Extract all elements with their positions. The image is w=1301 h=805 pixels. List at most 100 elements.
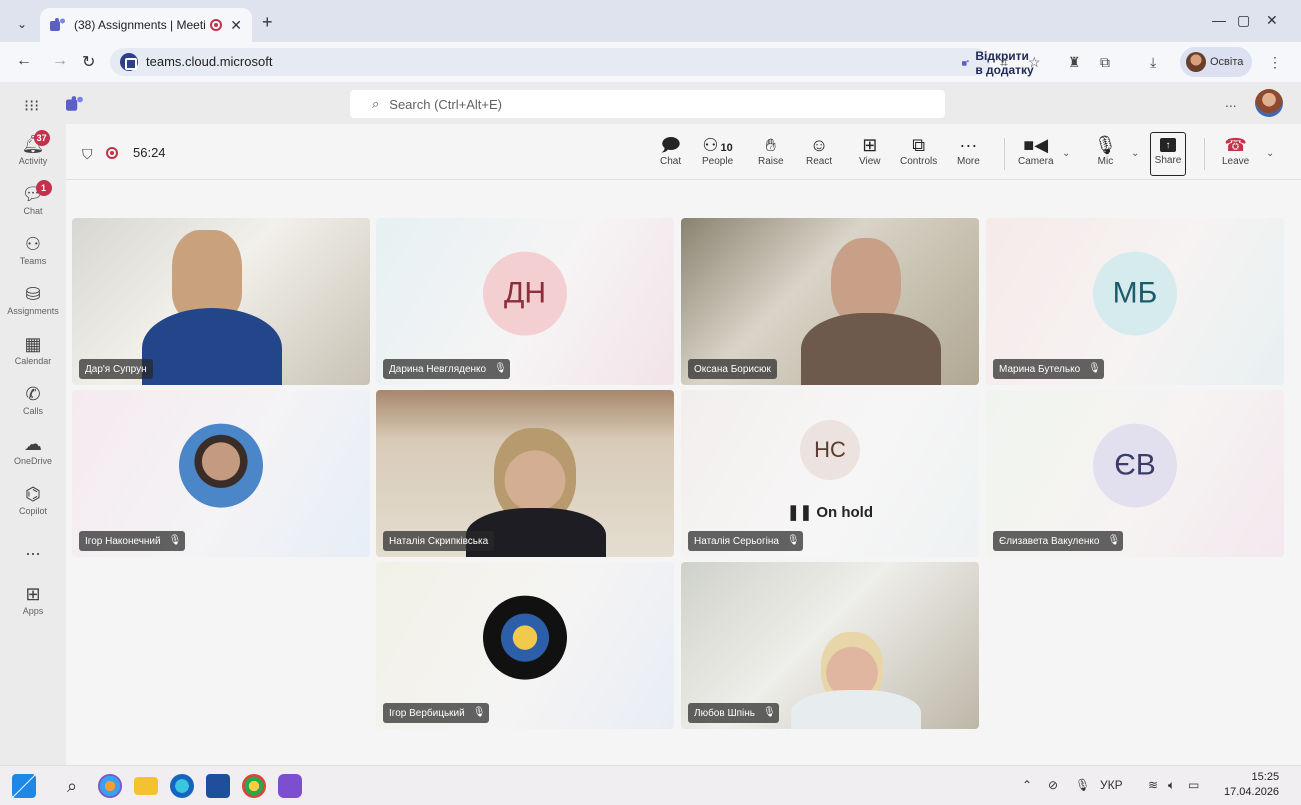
extension-icon[interactable]: ♜ (1068, 54, 1081, 71)
rail-item-activity[interactable]: 🔔︎ 37 Activity (0, 130, 66, 184)
battery-icon[interactable]: ▭ (1188, 778, 1199, 792)
reload-icon[interactable]: ↻ (82, 52, 95, 72)
more-button[interactable]: ··· More (957, 134, 980, 176)
site-info-icon[interactable] (120, 53, 138, 71)
meeting-stage: ⛉ 56:24 🗩︎ Chat ⚇ 10 People ✋︎ Raise ☺ Re… (66, 124, 1301, 765)
file-explorer-icon[interactable] (134, 777, 158, 795)
wifi-icon[interactable]: ≋ (1148, 778, 1158, 792)
rail-label: Calendar (14, 356, 52, 366)
chrome-icon[interactable] (242, 774, 266, 798)
edge-icon[interactable] (170, 774, 194, 798)
participant-name-tag: Дарина Невгляденко 🎙︎ (383, 359, 511, 379)
mic-options-chevron-icon[interactable]: ⌄ (1131, 148, 1139, 159)
controls-button[interactable]: ⧉ Controls (900, 134, 937, 176)
participant-tile[interactable]: Наталія Скрипківська (376, 390, 674, 557)
rail-item-calendar[interactable]: ▦ Calendar (0, 334, 66, 384)
participant-avatar (483, 595, 567, 680)
participant-name-tag: Наталія Серьогіна 🎙︎ (688, 531, 803, 551)
rail-item-teams[interactable]: ⚇ Teams (0, 234, 66, 284)
participant-tile[interactable]: МБ Марина Бутелько 🎙︎ (986, 218, 1284, 385)
participant-tile[interactable]: Оксана Борисюк (681, 218, 979, 385)
profile-avatar (1186, 52, 1206, 72)
address-bar[interactable]: teams.cloud.microsoft Відкрити в додатку (110, 48, 1034, 77)
browser-tab-active[interactable]: (38) Assignments | Meeting ✕ (40, 8, 252, 42)
leave-options-chevron-icon[interactable]: ⌄ (1266, 148, 1274, 159)
camera-options-chevron-icon[interactable]: ⌄ (1062, 148, 1070, 159)
participant-tile[interactable]: Дар'я Супрун (72, 218, 370, 385)
leave-button[interactable]: ☎ Leave (1222, 134, 1249, 176)
rail-item-copilot[interactable]: ⌬ Copilot (0, 484, 66, 534)
participant-video-body (801, 313, 941, 385)
tab-search-button[interactable]: ⌄ (10, 12, 34, 36)
translate-icon[interactable]: ⌗ (1000, 54, 1008, 71)
windows-taskbar: ⌕ ⌃ ⊘ 🎙︎ УКР ≋ 🔈︎ ▭ 15:25 17.04.2026 (0, 765, 1301, 805)
close-window-icon[interactable]: ✕ (1266, 12, 1278, 29)
participant-name-tag: Дар'я Супрун (79, 359, 153, 379)
tray-expand-icon[interactable]: ⌃ (1022, 778, 1032, 792)
participant-tile[interactable]: ЄВ Єлизавета Вакуленко 🎙︎ (986, 390, 1284, 557)
user-avatar[interactable] (1255, 89, 1283, 117)
forward-icon[interactable]: → (52, 52, 68, 70)
back-icon[interactable]: ← (16, 52, 32, 70)
participant-tile[interactable]: ДН Дарина Невгляденко 🎙︎ (376, 218, 674, 385)
camera-button[interactable]: ■◀︎ Camera (1018, 134, 1054, 176)
store-icon[interactable] (206, 774, 230, 798)
copilot-icon[interactable] (98, 774, 122, 798)
mic-label: Mic (1097, 156, 1114, 167)
bookmark-star-icon[interactable]: ☆ (1028, 54, 1041, 71)
open-in-app-button[interactable]: Відкрити в додатку (962, 49, 1036, 77)
header-more-icon[interactable]: ... (1225, 94, 1237, 110)
cloud-sync-icon[interactable]: ⊘ (1048, 778, 1058, 792)
volume-icon[interactable]: 🔈︎ (1168, 778, 1175, 793)
mic-off-icon: 🎙︎ (168, 535, 182, 546)
restore-icon[interactable]: ▢ (1237, 12, 1250, 29)
react-button[interactable]: ☺ React (806, 134, 832, 176)
search-input[interactable]: ⌕ Search (Ctrl+Alt+E) (350, 90, 945, 118)
search-icon[interactable]: ⌕ (60, 774, 84, 798)
rail-item-chat[interactable]: 💬︎ 1 Chat (0, 180, 66, 234)
mic-tray-icon[interactable]: 🎙︎ (1075, 778, 1090, 792)
language-indicator[interactable]: УКР (1100, 778, 1123, 792)
view-button[interactable]: ⊞ View (859, 134, 881, 176)
chat-button[interactable]: 🗩︎ Chat (660, 134, 681, 176)
rail-item-calls[interactable]: ✆ Calls (0, 384, 66, 434)
share-button[interactable]: ↑ Share (1150, 132, 1186, 176)
raise-hand-button[interactable]: ✋︎ Raise (758, 134, 784, 176)
rail-label: OneDrive (13, 456, 52, 466)
mic-button[interactable]: 🎙︎ Mic (1094, 134, 1117, 176)
new-tab-button[interactable]: + (262, 12, 273, 33)
participant-name-tag: Любов Шпінь 🎙︎ (688, 703, 779, 723)
assignments-icon: ⛁ (25, 284, 41, 304)
extensions-puzzle-icon[interactable]: ⧉ (1100, 54, 1110, 71)
rail-label: Teams (19, 256, 47, 266)
rail-label: Apps (22, 606, 44, 616)
rail-item-onedrive[interactable]: ☁︎ OneDrive (0, 434, 66, 484)
rail-more-apps[interactable]: ... (0, 539, 66, 589)
more-icon: ... (25, 539, 41, 559)
app-launcher-icon[interactable]: ⁝⁝⁝ (24, 96, 39, 116)
grid-icon: ⊞ (862, 135, 878, 155)
windows-start-icon[interactable] (12, 774, 36, 798)
tab-close-icon[interactable]: ✕ (230, 17, 242, 34)
minimize-icon[interactable]: — (1212, 12, 1226, 28)
browser-tab-strip: ⌄ (38) Assignments | Meeting ✕ + — ▢ ✕ (0, 0, 1301, 42)
rail-item-apps[interactable]: ⊞ Apps (0, 584, 66, 634)
participant-tile[interactable]: Любов Шпінь 🎙︎ (681, 562, 979, 729)
people-button[interactable]: ⚇ 10 People (702, 134, 733, 176)
teams-logo-icon (50, 18, 65, 31)
people-count: 10 (720, 142, 733, 154)
browser-menu-icon[interactable]: ⋮ (1268, 54, 1282, 71)
participant-tile[interactable]: Ігор Вербицький 🎙︎ (376, 562, 674, 729)
taskbar-clock[interactable]: 15:25 17.04.2026 (1224, 770, 1279, 800)
search-icon: ⌕ (372, 96, 380, 111)
more-label: More (957, 156, 980, 167)
clock-time: 15:25 (1251, 771, 1280, 783)
divider (1004, 138, 1005, 170)
rail-item-assignments[interactable]: ⛁ Assignments (0, 284, 66, 334)
download-icon[interactable]: ⤓ (1150, 54, 1156, 71)
participant-tile[interactable]: Ігор Наконечний 🎙︎ (72, 390, 370, 557)
participant-tile[interactable]: НС ❚❚ On hold Наталія Серьогіна 🎙︎ (681, 390, 979, 557)
viber-icon[interactable] (278, 774, 302, 798)
mic-off-icon: 🎙︎ (472, 707, 486, 718)
profile-button[interactable]: Освіта (1180, 47, 1252, 77)
